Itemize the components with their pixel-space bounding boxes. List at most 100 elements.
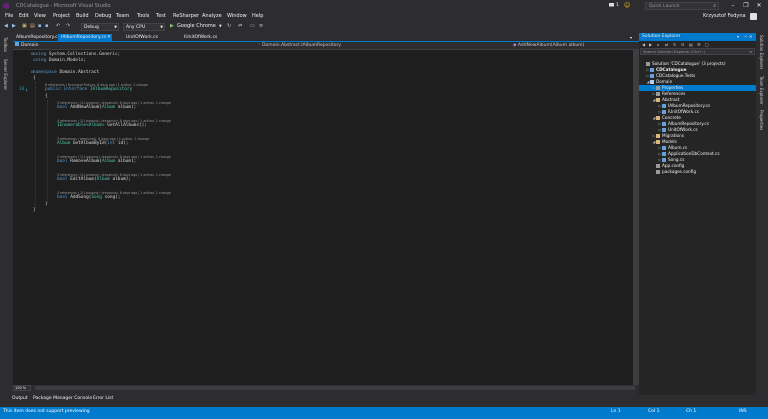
error-list-tab[interactable]: Error List — [93, 396, 113, 401]
forward-icon[interactable]: ▶ — [12, 23, 16, 29]
quick-launch-input[interactable]: Quick Launch ⌕ — [645, 2, 719, 10]
close-panel-icon[interactable]: ✕ — [749, 33, 752, 41]
menu-team[interactable]: Team — [116, 13, 129, 19]
menu-file[interactable]: File — [5, 13, 13, 19]
configuration-select[interactable]: Debug ▼ — [81, 23, 119, 31]
show-all-files-icon[interactable]: ▤ — [689, 41, 693, 48]
menu-view[interactable]: View — [34, 13, 46, 19]
solution-icon — [646, 61, 650, 66]
search-icon: ⌕ — [749, 49, 752, 54]
keyword: bool — [57, 105, 68, 110]
project-dropdown[interactable]: Domain — [15, 42, 38, 50]
redo-icon[interactable]: ↷ — [66, 23, 70, 29]
tree-node-label: packages.config — [662, 169, 697, 174]
platform-select[interactable]: Any CPU ▼ — [123, 23, 165, 31]
visual-studio-logo-icon — [3, 3, 9, 9]
solution-search-input[interactable]: Search Solution Explorer (Ctrl+;) ⌕ — [640, 48, 755, 55]
back-icon[interactable]: ◀ — [4, 23, 8, 29]
team-explorer-tab[interactable]: Team Explorer — [759, 76, 764, 105]
preview-icon[interactable]: ▢ — [705, 41, 709, 48]
menu-project[interactable]: Project — [53, 13, 70, 19]
menu-window[interactable]: Window — [227, 13, 247, 19]
tree-node-packages-config[interactable]: packages.config — [652, 169, 696, 175]
folder-icon — [656, 133, 660, 138]
chevron-down-icon[interactable]: ▼ — [219, 24, 222, 28]
properties-icon[interactable]: ⚒ — [697, 41, 701, 48]
keyword: int — [107, 141, 116, 146]
type-dropdown[interactable]: ◦ Domain.Abstract.IAlbumRepository — [258, 42, 341, 50]
editor-zoom-bar: 100 % — [13, 385, 639, 391]
platform-value: Any CPU — [126, 25, 146, 30]
configuration-value: Debug — [84, 25, 99, 30]
tree-node-label: IUnitOfWork.cs — [668, 109, 699, 114]
minimize-button[interactable]: – — [728, 2, 738, 9]
code-text: EditAlbum( — [67, 177, 97, 182]
notification-flag-icon[interactable] — [609, 3, 614, 7]
menu-analyze[interactable]: Analyze — [202, 13, 222, 19]
window-title: CDCatalogue - Microsoft Visual Studio — [16, 3, 111, 9]
code-line: bool AddNewAlbum(Album album); — [57, 105, 136, 111]
tree-node-label: Domain — [656, 79, 673, 84]
user-avatar-icon[interactable] — [750, 13, 757, 20]
line-number: 10 — [19, 87, 25, 92]
comment-icon[interactable]: ≡ — [259, 23, 263, 29]
start-debugging-icon[interactable]: ▶ — [170, 23, 174, 29]
code-line: Album GetAlbumById(int id); — [57, 141, 128, 147]
tree-node-label: Solution 'CDCatalogue' (3 projects) — [652, 61, 726, 66]
server-explorer-tab[interactable]: Server Explorer — [3, 59, 8, 90]
home-icon[interactable]: ⌂ — [657, 41, 660, 48]
menu-help[interactable]: Help — [252, 13, 263, 19]
save-icon[interactable]: ▪ — [38, 23, 41, 29]
feedback-icon[interactable]: ☺ — [624, 2, 630, 9]
code-text: System.Collections.Generic; — [46, 52, 121, 57]
horizontal-scrollbar[interactable] — [35, 386, 635, 390]
zoom-value: 100 % — [15, 386, 27, 390]
code-text: Domain.Models; — [46, 58, 86, 63]
solution-explorer-tab[interactable]: Solution Explorer — [759, 35, 764, 69]
code-text: AddNewAlbum( — [67, 105, 102, 110]
brace: } — [33, 208, 36, 213]
implementations-glyph-icon[interactable]: ↓ — [25, 87, 28, 92]
package-manager-console-tab[interactable]: Package Manager Console — [33, 396, 92, 401]
indent-guide — [35, 82, 36, 208]
search-icon: ⌕ — [713, 3, 716, 9]
new-project-icon[interactable]: ▣ — [22, 23, 27, 29]
right-tool-strip: Solution Explorer Team Explorer Properti… — [756, 33, 768, 395]
close-button[interactable]: ✕ — [754, 2, 764, 9]
properties-tab[interactable]: Properties — [759, 110, 764, 130]
menu-test[interactable]: Test — [156, 13, 166, 19]
menu-edit[interactable]: Edit — [19, 13, 29, 19]
forward-icon[interactable]: ▶ — [649, 41, 652, 48]
tree-node-label: Models — [662, 139, 677, 144]
pin-icon[interactable]: ⊣ — [743, 33, 746, 41]
user-name[interactable]: Krzysztof Fedyna — [703, 13, 746, 19]
bookmark-icon[interactable]: ▭ — [250, 23, 255, 29]
undo-icon[interactable]: ↶ — [56, 23, 60, 29]
browser-link-icon[interactable]: ⇌ — [238, 23, 242, 29]
member-dropdown[interactable]: ◆ AddNewAlbum(Album album) — [513, 42, 584, 50]
panel-menu-icon[interactable]: ▾ — [737, 33, 739, 41]
maximize-button[interactable]: ❐ — [741, 2, 751, 9]
type-label: Domain.Abstract.IAlbumRepository — [262, 43, 341, 48]
back-icon[interactable]: ◀ — [642, 41, 645, 48]
notification-count[interactable]: 1 — [616, 3, 619, 8]
output-tab[interactable]: Output — [12, 396, 28, 401]
run-target[interactable]: Google Chrome — [177, 23, 216, 29]
open-file-icon[interactable]: ▤ — [30, 23, 35, 29]
toolbox-tab[interactable]: Toolbox — [3, 37, 8, 52]
code-text: id); — [115, 141, 129, 146]
collapse-all-icon[interactable]: ⊟ — [681, 41, 684, 48]
zoom-select[interactable]: 100 % — [13, 385, 31, 391]
browser-link-refresh-icon[interactable]: ↻ — [227, 23, 231, 29]
menu-tools[interactable]: Tools — [137, 13, 149, 19]
menu-build[interactable]: Build — [76, 13, 89, 19]
save-all-icon[interactable]: ▪ — [45, 23, 48, 29]
refresh-icon[interactable]: ↻ — [673, 41, 676, 48]
menu-debug[interactable]: Debug — [95, 13, 111, 19]
tree-node-label: Song.cs — [668, 157, 685, 162]
code-text: album); — [115, 159, 137, 164]
code-line: using Domain.Models; — [33, 58, 86, 64]
csharp-project-icon — [15, 42, 19, 46]
sync-icon[interactable]: ⇄ — [665, 41, 668, 48]
menu-resharper[interactable]: ReSharper — [173, 13, 199, 19]
